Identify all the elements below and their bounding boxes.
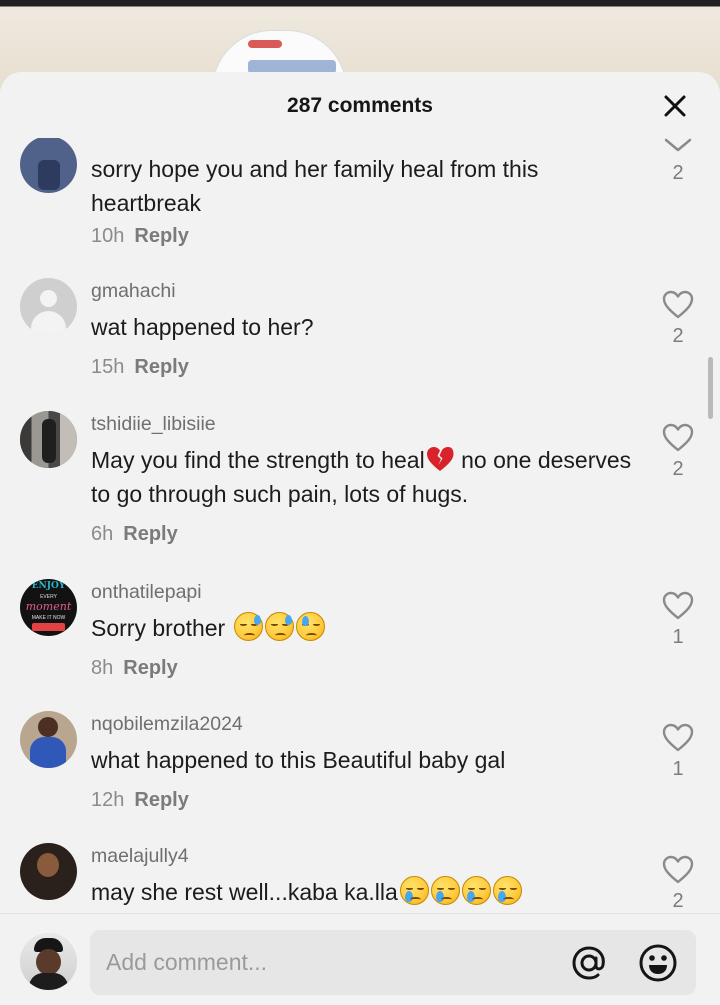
downcast-sweat-emoji-icon [233,612,263,641]
reply-button[interactable]: Reply [134,225,188,247]
avatar[interactable] [20,711,77,768]
comment-username[interactable]: gmahachi [91,280,176,303]
comment-time: 6h [91,523,114,545]
downcast-sweat-emoji-icon [264,612,294,641]
comment-time: 8h [91,657,114,679]
reply-button[interactable]: Reply [134,789,188,811]
comment-list[interactable]: sorry hope you and her family heal from … [0,138,720,913]
comment-time: 15h [91,356,125,378]
comment-text: sorry hope you and her family heal from … [91,156,539,216]
comment-input[interactable] [106,930,546,995]
sad-relieved-emoji-icon [295,612,325,641]
heart-outline-icon[interactable] [662,290,694,320]
comment-username[interactable]: tshidiie_libisiie [91,413,216,436]
crying-face-emoji-icon [461,876,491,905]
comment-item: maelajully4 may she rest well...kaba ka.… [0,843,720,913]
comment-username[interactable]: maelajully4 [91,845,189,868]
reply-button[interactable]: Reply [123,657,177,679]
broken-heart-icon [425,445,455,473]
comment-meta: 10h Reply [91,225,189,248]
comment-text: may she rest well...kaba ka.lla [91,875,651,909]
current-user-avatar[interactable] [20,933,77,990]
comment-text: what happened to this Beautiful baby gal [91,747,506,773]
comment-text: wat happened to her? [91,314,314,340]
comment-text: Sorry brother [91,611,651,645]
avatar[interactable] [20,843,77,900]
avatar[interactable]: ENJOY EVERY moment MAKE IT NOW [20,579,77,636]
comment-item: tshidiie_libisiie May you find the stren… [0,411,720,561]
crying-face-emoji-icon [399,876,429,905]
comment-time: 12h [91,789,125,811]
heart-outline-icon[interactable] [662,723,694,753]
like-count: 2 [672,162,684,184]
chevron-down-icon[interactable] [662,138,694,156]
avatar[interactable] [20,411,77,468]
like-count: 2 [672,458,684,480]
comment-item: ENJOY EVERY moment MAKE IT NOW onthatile… [0,579,720,689]
comment-item: sorry hope you and her family heal from … [0,138,720,252]
comment-text: May you find the strength to heal no one… [91,445,632,507]
emoji-icon[interactable] [638,943,678,983]
like-count: 1 [672,626,684,648]
comment-meta: 6h Reply [91,523,178,546]
comment-composer [0,913,720,1005]
comment-meta: 15h Reply [91,356,189,379]
comment-meta: 8h Reply [91,657,178,680]
like-count: 2 [672,890,684,912]
comments-count-title: 287 comments [287,94,433,117]
comment-username[interactable]: nqobilemzila2024 [91,713,243,736]
comments-sheet: 287 comments sorry hope you and her fami… [0,72,720,1005]
comment-item: gmahachi wat happened to her? 15h Reply 2 [0,278,720,388]
heart-outline-icon[interactable] [662,591,694,621]
heart-outline-icon[interactable] [662,855,694,885]
like-count: 1 [672,758,684,780]
reply-button[interactable]: Reply [134,356,188,378]
comment-item: nqobilemzila2024 what happened to this B… [0,711,720,821]
reply-button[interactable]: Reply [123,523,177,545]
avatar[interactable] [20,138,77,193]
comment-username[interactable]: onthatilepapi [91,581,202,604]
like-count: 2 [672,325,684,347]
comment-meta: 12h Reply [91,789,189,812]
comment-time: 10h [91,225,125,247]
scrollbar[interactable] [708,357,713,419]
crying-face-emoji-icon [492,876,522,905]
heart-outline-icon[interactable] [662,423,694,453]
close-icon[interactable] [660,91,690,121]
comment-input-box[interactable] [90,930,696,995]
mention-icon[interactable] [570,944,608,982]
avatar[interactable] [20,278,77,335]
sheet-header: 287 comments [0,72,720,138]
crying-face-emoji-icon [430,876,460,905]
